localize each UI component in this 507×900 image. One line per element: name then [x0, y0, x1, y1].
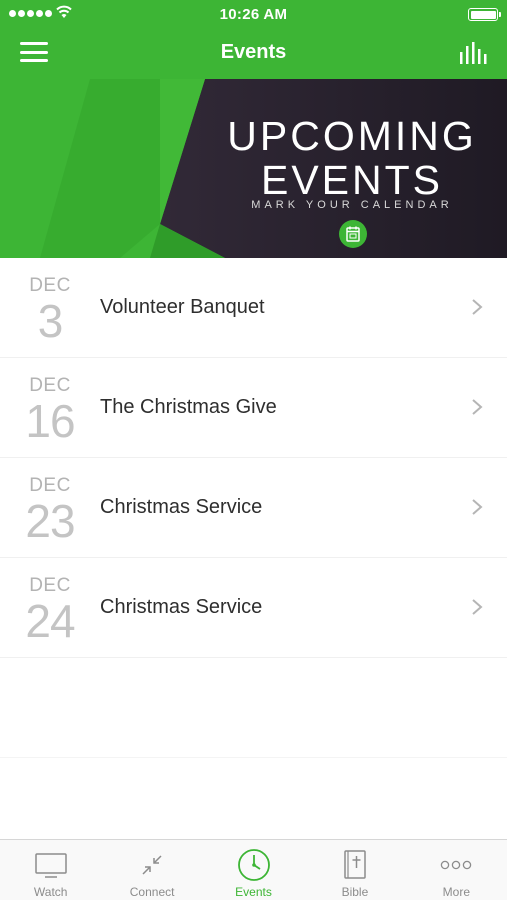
audio-bars-icon[interactable]: [459, 42, 489, 64]
tab-label: Events: [235, 885, 272, 899]
chevron-right-icon: [472, 299, 483, 315]
more-dots-icon: [439, 849, 473, 881]
tab-label: Bible: [341, 885, 369, 899]
event-day: 24: [25, 595, 75, 647]
banner-subtitle: MARK YOUR CALENDAR: [251, 199, 453, 211]
tab-events[interactable]: Events: [203, 840, 304, 900]
upcoming-events-banner: UPCOMING EVENTS MARK YOUR CALENDAR: [0, 79, 507, 258]
page-title: Events: [220, 41, 287, 63]
chevron-right-icon: [472, 599, 483, 615]
event-day: 3: [37, 295, 64, 347]
status-bar: 10:26 AM: [0, 0, 507, 28]
tab-label: Connect: [129, 885, 175, 899]
event-row-the-christmas-give[interactable]: DEC 16 The Christmas Give: [0, 358, 507, 458]
tab-bar: Watch Connect Events Bible More: [0, 839, 507, 900]
event-row-christmas-service-23[interactable]: DEC 23 Christmas Service: [0, 458, 507, 558]
tab-label: More: [442, 885, 470, 899]
chevron-right-icon: [472, 399, 483, 415]
calendar-icon: [339, 220, 367, 248]
event-title: Christmas Service: [100, 596, 263, 618]
banner-heading-line-2: EVENTS: [260, 157, 444, 203]
status-time: 10:26 AM: [219, 6, 288, 23]
tv-icon: [34, 849, 68, 881]
clock-icon: [237, 849, 271, 881]
event-title: The Christmas Give: [100, 396, 277, 418]
event-day: 23: [25, 495, 75, 547]
navigation-bar: Events: [0, 28, 507, 79]
event-title: Christmas Service: [100, 496, 263, 518]
event-title: Volunteer Banquet: [100, 296, 265, 318]
event-row-volunteer-banquet[interactable]: DEC 3 Volunteer Banquet: [0, 258, 507, 358]
event-list: DEC 3 Volunteer Banquet DEC 16 The Chris…: [0, 258, 507, 658]
bible-icon: [338, 849, 372, 881]
event-row-christmas-service-24[interactable]: DEC 24 Christmas Service: [0, 558, 507, 658]
tab-connect[interactable]: Connect: [101, 840, 202, 900]
battery-icon: [468, 8, 501, 21]
tab-bible[interactable]: Bible: [304, 840, 405, 900]
list-divider: [0, 757, 507, 758]
connect-arrows-icon: [135, 849, 169, 881]
tab-label: Watch: [33, 885, 68, 899]
chevron-right-icon: [472, 499, 483, 515]
tab-watch[interactable]: Watch: [0, 840, 101, 900]
tab-more[interactable]: More: [406, 840, 507, 900]
event-day: 16: [25, 395, 75, 447]
banner-heading-line-1: UPCOMING: [227, 113, 477, 159]
